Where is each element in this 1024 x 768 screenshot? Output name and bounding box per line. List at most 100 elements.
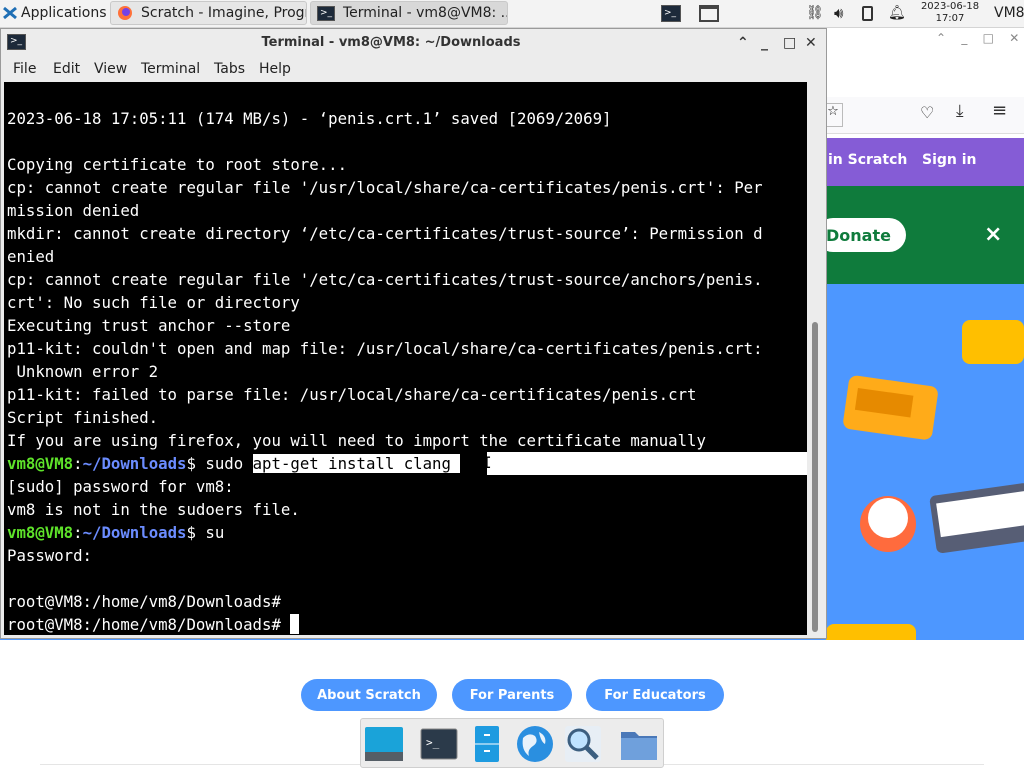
- dock-web-browser[interactable]: [515, 724, 555, 764]
- pocket-icon[interactable]: ♡: [920, 103, 934, 122]
- output-line: cp: cannot create regular file '/usr/loc…: [7, 178, 763, 197]
- menu-help[interactable]: Help: [259, 61, 291, 77]
- output-line: Password:: [7, 546, 93, 565]
- menu-terminal[interactable]: Terminal: [141, 61, 200, 77]
- dock-search[interactable]: [563, 724, 603, 764]
- network-icon: ⛓: [806, 5, 824, 21]
- menu-icon[interactable]: ≡: [992, 100, 1007, 121]
- prompt-line-sudo: vm8@VM8:~/Downloads$ sudo apt-get instal…: [7, 452, 461, 475]
- menu-view[interactable]: View: [94, 61, 127, 77]
- close-button[interactable]: ✕: [805, 35, 817, 51]
- command-prefix: sudo: [205, 454, 253, 473]
- clipboard-icon: [862, 5, 873, 21]
- taskbar-terminal-label: Terminal - vm8@VM8: ...: [343, 5, 508, 21]
- shade-button[interactable]: ⌃: [737, 35, 749, 51]
- clock-time: 17:07: [935, 13, 965, 24]
- prompt-end: $: [186, 523, 206, 542]
- prompt-separator: :: [73, 523, 83, 542]
- network-indicator[interactable]: ⛓: [806, 1, 826, 25]
- prompt-dir: ~/Downloads: [82, 523, 187, 542]
- prompt-user: vm8@VM8: [7, 523, 74, 542]
- hero-artwork: [826, 320, 1024, 678]
- dock: >_: [360, 718, 664, 768]
- download-icon[interactable]: ⤓: [956, 101, 964, 121]
- scratch-navbar: in Scratch Sign in: [826, 138, 1024, 186]
- prompt-user: vm8@VM8: [7, 454, 74, 473]
- output-line: vm8 is not in the sudoers file.: [7, 500, 300, 519]
- volume-icon: 🔊︎: [834, 4, 844, 22]
- applications-menu[interactable]: Applications: [2, 1, 108, 25]
- taskbar-firefox-label: Scratch - Imagine, Progr...: [141, 5, 307, 21]
- prompt-end: $: [186, 454, 206, 473]
- maximize-button[interactable]: □: [783, 35, 796, 51]
- prompt-dir: ~/Downloads: [82, 454, 187, 473]
- output-line: mkdir: cannot create directory ‘/etc/ca-…: [7, 224, 763, 243]
- scrollbar-thumb[interactable]: [812, 322, 818, 632]
- volume-indicator[interactable]: 🔊︎: [834, 1, 854, 25]
- command-su: su: [205, 523, 225, 542]
- menu-file[interactable]: File: [13, 61, 36, 77]
- output-line: Unknown error 2: [7, 362, 159, 381]
- top-panel: Applications Scratch - Imagine, Progr...…: [0, 0, 1024, 28]
- folder-icon: [621, 732, 657, 760]
- donate-button-label: Donate: [826, 226, 891, 245]
- output-line: Executing trust anchor --store: [7, 316, 291, 335]
- output-line: enied: [7, 247, 55, 266]
- terminal-output[interactable]: 2023-06-18 17:05:11 (174 MB/s) - ‘penis.…: [4, 82, 807, 635]
- menu-edit[interactable]: Edit: [53, 61, 80, 77]
- globe-icon: [517, 726, 553, 762]
- output-line: mission denied: [7, 201, 140, 220]
- selected-command-text[interactable]: apt-get install clang: [252, 454, 461, 473]
- notifications-indicator[interactable]: 🔔︎: [888, 1, 906, 25]
- taskbar-terminal[interactable]: >_ Terminal - vm8@VM8: ...: [310, 1, 508, 25]
- terminal-titlebar[interactable]: >_ Terminal - vm8@VM8: ~/Downloads ⌃ _ □…: [1, 29, 826, 57]
- maximize-icon[interactable]: □: [983, 31, 994, 45]
- output-line: Copying certificate to root store...: [7, 155, 348, 174]
- root-prompt-line: root@VM8:/home/vm8/Downloads#: [7, 592, 281, 611]
- terminal-scrollbar[interactable]: [807, 82, 822, 635]
- xfce-logo-icon: [2, 5, 18, 21]
- minimize-icon[interactable]: _: [961, 31, 967, 45]
- dock-show-desktop[interactable]: [364, 724, 404, 764]
- up-icon[interactable]: ⌃: [936, 31, 946, 45]
- dock-terminal[interactable]: >_: [419, 724, 459, 764]
- output-line: Script finished.: [7, 408, 159, 427]
- dock-folder[interactable]: [619, 724, 659, 764]
- user-name: VM8: [994, 5, 1024, 21]
- clipboard-indicator[interactable]: [862, 1, 878, 25]
- clock[interactable]: 2023-06-18 17:07: [914, 1, 986, 25]
- taskbar-firefox[interactable]: Scratch - Imagine, Progr...: [110, 1, 307, 25]
- output-line: crt': No such file or directory: [7, 293, 300, 312]
- join-scratch-link[interactable]: in Scratch: [828, 152, 907, 168]
- clock-date: 2023-06-18: [920, 1, 980, 12]
- terminal-title: Terminal - vm8@VM8: ~/Downloads: [261, 35, 521, 50]
- output-line: p11-kit: couldn't open and map file: /us…: [7, 339, 763, 358]
- root-prompt-line-current: root@VM8:/home/vm8/Downloads#: [7, 613, 300, 636]
- for-parents-button[interactable]: For Parents: [452, 679, 572, 711]
- banner-close-icon[interactable]: ×: [984, 222, 1002, 247]
- close-icon[interactable]: ✕: [1009, 31, 1019, 45]
- for-educators-button[interactable]: For Educators: [586, 679, 724, 711]
- hero-illustration: [826, 284, 1024, 678]
- root-prompt: root@VM8:/home/vm8/Downloads#: [7, 615, 291, 634]
- minimize-button[interactable]: _: [761, 35, 768, 51]
- window-icon: [699, 4, 719, 22]
- applications-label: Applications: [21, 5, 107, 21]
- browser-toolbar: ☆ ♡ ⤓ ≡: [824, 97, 1024, 134]
- donate-banner: Donate ×: [816, 186, 1024, 284]
- text-cursor: [290, 614, 300, 634]
- browser-titlebar-controls: ⌃ _ □ ✕: [936, 31, 1019, 45]
- terminal-menubar: File Edit View Terminal Tabs Help: [1, 57, 826, 83]
- prompt-line-su: vm8@VM8:~/Downloads$ su: [7, 521, 224, 544]
- output-line: p11-kit: failed to parse file: /usr/loca…: [7, 385, 697, 404]
- panel-window-launcher[interactable]: [694, 1, 724, 25]
- user-menu[interactable]: VM8: [994, 1, 1024, 25]
- menu-tabs[interactable]: Tabs: [214, 61, 245, 77]
- output-line: 2023-06-18 17:05:11 (174 MB/s) - ‘penis.…: [7, 109, 612, 128]
- sign-in-link[interactable]: Sign in: [922, 152, 977, 168]
- dock-file-manager[interactable]: [467, 724, 507, 764]
- file-cabinet-icon: [475, 726, 499, 762]
- about-scratch-button[interactable]: About Scratch: [301, 679, 437, 711]
- panel-terminal-launcher[interactable]: >_: [656, 1, 686, 25]
- selection-highlight: [487, 452, 807, 475]
